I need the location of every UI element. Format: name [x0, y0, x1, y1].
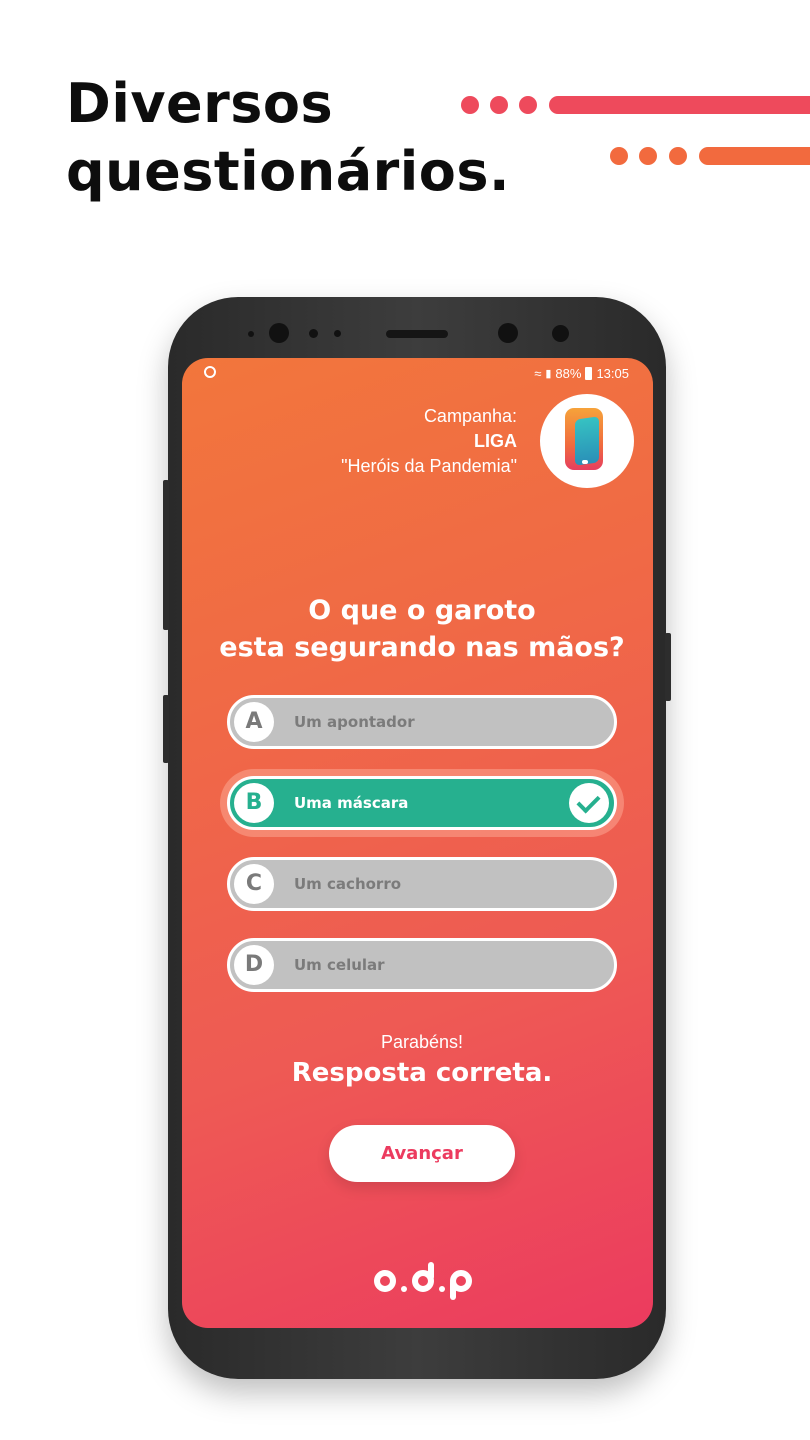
app-notification-icon: [204, 366, 216, 378]
question-line-2: esta segurando nas mãos?: [219, 632, 625, 663]
logo-letter-p: [450, 1270, 472, 1300]
advance-button[interactable]: Avançar: [329, 1125, 515, 1182]
option-letter: A: [234, 702, 274, 742]
option-label: Uma máscara: [294, 794, 409, 812]
headline-line-1: Diversos: [66, 72, 334, 135]
campaign-logo: [540, 394, 634, 488]
battery-icon: [585, 367, 593, 380]
option-label: Um celular: [294, 956, 385, 974]
status-bar: ≈ ▮ 88% 13:05: [182, 358, 653, 390]
sensor-dot: [248, 331, 254, 337]
headline-line-2: questionários.: [66, 140, 511, 203]
odp-logo: [374, 1262, 472, 1300]
clock: 13:05: [596, 366, 629, 381]
earpiece-speaker: [386, 330, 448, 338]
deco-dot: [639, 147, 657, 165]
sensor-dot: [309, 329, 318, 338]
campaign-info: Campanha: LIGA "Heróis da Pandemia": [341, 404, 517, 479]
phone-logo-screen: [575, 416, 599, 466]
logo-dot: [401, 1286, 407, 1292]
phone-logo-icon: [565, 408, 603, 470]
option-letter: C: [234, 864, 274, 904]
question-line-1: O que o garoto: [308, 595, 536, 626]
phone-side-button: [163, 695, 169, 763]
page-headline: Diversos questionários.: [66, 70, 510, 206]
sensor-dot: [334, 330, 341, 337]
check-icon: [569, 783, 609, 823]
result-text: Resposta correta.: [291, 1058, 553, 1088]
app-screen: ≈ ▮ 88% 13:05 Campanha: LIGA "Heróis da …: [182, 358, 653, 1328]
deco-dot: [490, 96, 508, 114]
phone-side-button: [163, 480, 169, 630]
question-text: O que o garoto esta segurando nas mãos?: [182, 592, 653, 666]
campaign-name: LIGA: [474, 431, 517, 451]
deco-dot: [519, 96, 537, 114]
option-d[interactable]: D Um celular: [227, 938, 617, 992]
status-right: ≈ ▮ 88% 13:05: [534, 366, 629, 381]
phone-logo-button: [582, 460, 588, 464]
phone-side-button: [665, 633, 671, 701]
congrats-text: Parabéns!: [380, 1032, 464, 1052]
deco-bar: [699, 147, 810, 165]
deco-dot: [610, 147, 628, 165]
option-letter: D: [234, 945, 274, 985]
campaign-label: Campanha:: [423, 406, 517, 426]
campaign-subtitle: "Heróis da Pandemia": [341, 456, 517, 476]
iris-camera: [498, 323, 518, 343]
logo-dot: [439, 1286, 445, 1292]
option-label: Um cachorro: [294, 875, 402, 893]
front-camera: [269, 323, 289, 343]
logo-letter-d: [412, 1262, 434, 1292]
deco-dot: [461, 96, 479, 114]
option-letter: B: [234, 783, 274, 823]
option-c[interactable]: C Um cachorro: [227, 857, 617, 911]
logo-letter-o: [374, 1270, 396, 1292]
wifi-icon: ≈: [534, 366, 542, 381]
option-b[interactable]: B Uma máscara: [227, 776, 617, 830]
option-label: Um apontador: [294, 713, 415, 731]
iris-sensor: [552, 325, 569, 342]
deco-bar: [549, 96, 810, 114]
option-a[interactable]: A Um apontador: [227, 695, 617, 749]
deco-dot: [669, 147, 687, 165]
signal-icon: ▮: [545, 368, 552, 380]
battery-percent: 88%: [555, 366, 582, 381]
